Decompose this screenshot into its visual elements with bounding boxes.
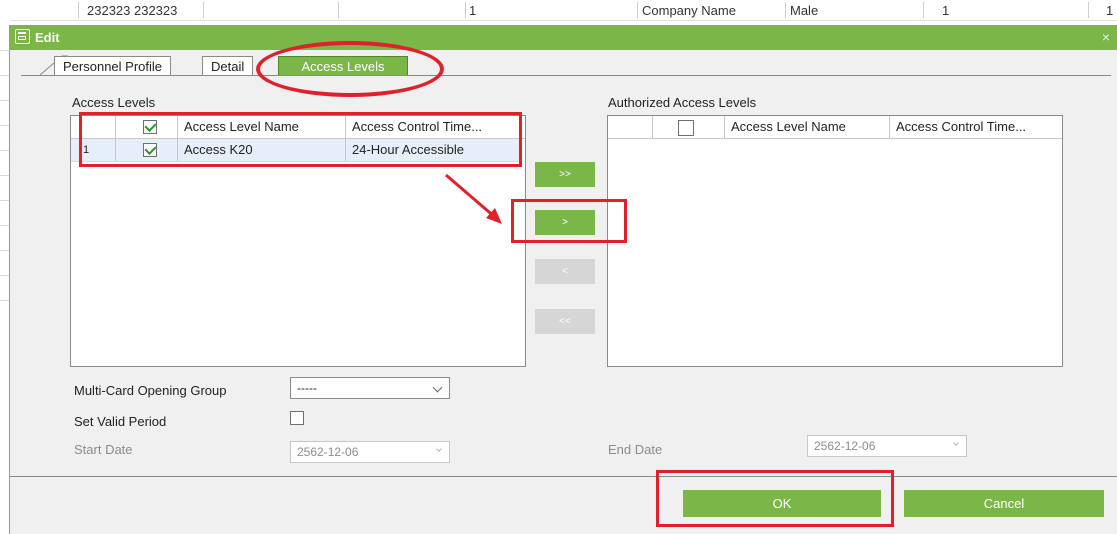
header-access-level-name[interactable]: Access Level Name	[178, 116, 346, 138]
grid-cell-count: 1	[469, 3, 477, 18]
access-levels-grid: Access Level Name Access Control Time...…	[70, 115, 526, 367]
tab-detail[interactable]: Detail	[202, 56, 254, 75]
header-checkbox-cell	[116, 116, 178, 138]
end-date-label: End Date	[608, 442, 663, 457]
header-index-cell	[608, 116, 653, 138]
grid-separator	[78, 2, 79, 18]
multi-card-group-select[interactable]: -----	[290, 377, 450, 399]
authorized-levels-grid: Access Level Name Access Control Time...	[607, 115, 1063, 367]
grid-cell-company: Company Name	[642, 3, 736, 18]
set-valid-period-label: Set Valid Period	[74, 414, 167, 429]
edit-dialog: Edit × Personnel Profile Detail Access L…	[9, 25, 1117, 534]
chevron-down-icon	[436, 446, 442, 452]
authorized-access-levels-label: Authorized Access Levels	[608, 95, 757, 110]
tab-divider	[21, 75, 1111, 76]
dialog-titlebar[interactable]: Edit ×	[10, 25, 1117, 50]
row-checkbox[interactable]	[143, 143, 157, 157]
authorized-levels-header: Access Level Name Access Control Time...	[608, 116, 1062, 139]
chevron-down-icon	[432, 382, 443, 393]
start-date-input[interactable]: 2562-12-06	[290, 441, 450, 463]
set-valid-period-checkbox[interactable]	[290, 411, 304, 425]
start-date-value: 2562-12-06	[297, 445, 359, 459]
select-all-checkbox[interactable]	[143, 120, 157, 134]
grid-separator	[338, 2, 339, 18]
tab-personnel-profile[interactable]: Personnel Profile	[54, 56, 171, 75]
end-date-value: 2562-12-06	[814, 439, 876, 453]
multi-card-group-label: Multi-Card Opening Group	[74, 383, 227, 398]
row-index: 1	[71, 139, 116, 161]
tab-access-levels[interactable]: Access Levels	[278, 56, 408, 76]
background-grid-row: 232323 232323 1 Company Name Male 1 1	[0, 0, 1117, 21]
move-left-button[interactable]: <	[535, 259, 595, 284]
header-checkbox-cell	[653, 116, 725, 138]
chevron-down-icon	[953, 440, 959, 446]
select-all-checkbox[interactable]	[678, 120, 694, 136]
grid-cell-value: 1	[942, 3, 950, 18]
move-right-button[interactable]: >	[535, 210, 595, 235]
row-access-control-time: 24-Hour Accessible	[352, 142, 464, 157]
move-all-right-button[interactable]: >>	[535, 162, 595, 187]
grid-cell-gender: Male	[790, 3, 819, 18]
footer-divider	[10, 476, 1117, 477]
grid-separator	[785, 2, 786, 18]
grid-separator	[1088, 2, 1089, 18]
grid-separator	[923, 2, 924, 18]
access-levels-header: Access Level Name Access Control Time...	[71, 116, 525, 139]
grid-separator	[203, 2, 204, 18]
edit-icon	[15, 29, 30, 44]
grid-cell-name: 232323 232323	[87, 3, 178, 18]
grid-separator	[465, 2, 466, 18]
ok-button[interactable]: OK	[683, 490, 881, 517]
close-icon[interactable]: ×	[1102, 29, 1110, 45]
multi-card-group-value: -----	[297, 381, 317, 395]
header-access-level-name[interactable]: Access Level Name	[725, 116, 890, 138]
grid-cell-value-2: 1	[1106, 3, 1114, 18]
dialog-title: Edit	[35, 30, 60, 45]
row-access-level-name: Access K20	[178, 139, 346, 161]
header-index-cell	[71, 116, 116, 138]
access-levels-label: Access Levels	[72, 95, 156, 110]
row-checkbox-cell	[116, 139, 178, 161]
header-access-control-time[interactable]: Access Control Time...	[890, 116, 1058, 138]
start-date-label: Start Date	[74, 442, 133, 457]
move-all-left-button[interactable]: <<	[535, 309, 595, 334]
cancel-button[interactable]: Cancel	[904, 490, 1104, 517]
end-date-input[interactable]: 2562-12-06	[807, 435, 967, 457]
table-row[interactable]: 1 Access K20 24-Hour Accessible	[71, 139, 521, 162]
header-access-control-time[interactable]: Access Control Time...	[346, 116, 521, 138]
grid-separator	[637, 2, 638, 18]
